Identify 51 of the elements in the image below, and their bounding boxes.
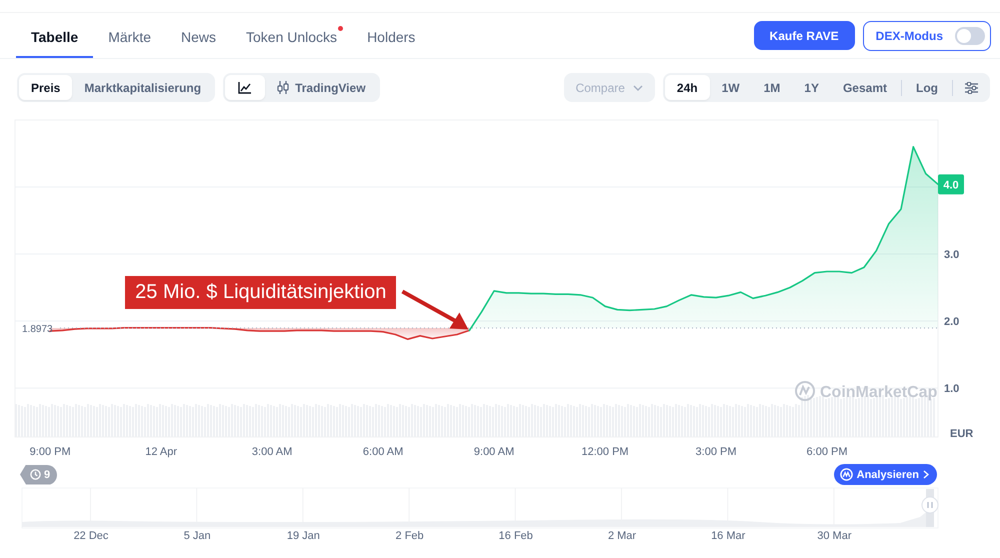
x-axis-label: 9:00 PM <box>30 446 71 458</box>
chart-type-tab[interactable]: Marktkapitalisierung <box>72 75 214 100</box>
x-axis-label: 3:00 AM <box>252 446 292 458</box>
logo-icon <box>795 381 815 401</box>
callout-arrow <box>401 290 468 330</box>
date-label: 2 Feb <box>396 530 424 542</box>
current-price-badge: 4.0 <box>938 174 964 194</box>
range-handle[interactable] <box>922 489 938 527</box>
tab[interactable]: Holders <box>352 13 430 58</box>
x-axis-label: 12 Apr <box>145 446 178 458</box>
date-label: 16 Feb <box>498 530 533 542</box>
tab[interactable]: Märkte <box>93 13 166 58</box>
y-axis-label: 3.0 <box>944 249 960 262</box>
currency-label: EUR <box>950 428 974 440</box>
tab[interactable]: Token Unlocks <box>231 13 352 58</box>
settings-icon <box>965 82 978 94</box>
range-tab[interactable]: 1Y <box>792 75 831 100</box>
range-tab[interactable]: 1W <box>710 75 752 100</box>
x-axis-label: 6:00 PM <box>806 446 848 458</box>
date-label: 30 Mar <box>817 530 852 542</box>
dex-mode-toggle[interactable]: DEX-Modus <box>862 20 991 50</box>
logo-icon <box>840 468 853 481</box>
chevron-right-icon <box>923 470 929 479</box>
chevron-down-icon <box>632 84 643 90</box>
tab[interactable]: News <box>166 13 232 58</box>
date-label: 22 Dec <box>74 530 108 542</box>
y-axis-label: 2.0 <box>944 316 960 328</box>
clock-icon <box>30 469 41 480</box>
range-tab[interactable]: Gesamt <box>830 75 899 100</box>
candlestick-icon <box>277 81 290 94</box>
chart-type-tab[interactable]: Preis <box>19 75 72 100</box>
log-toggle[interactable]: Log <box>904 75 950 100</box>
tab[interactable]: Tabelle <box>16 13 94 58</box>
watermark-text: CoinMarketCap <box>820 384 938 401</box>
x-axis-label: 12:00 PM <box>582 446 629 458</box>
reference-price-label: 1.8973 <box>22 324 53 335</box>
range-tab[interactable]: 24h <box>664 75 710 100</box>
date-label: 2 Mar <box>608 530 636 542</box>
callout-label: 25 Mio. $ Liquiditätsinjektion <box>125 276 396 310</box>
x-axis-label: 6:00 AM <box>362 446 404 458</box>
x-axis-label: 3:00 PM <box>696 446 737 458</box>
x-axis-label: 9:00 AM <box>474 446 514 458</box>
analyze-button[interactable]: Analysieren <box>834 464 937 485</box>
date-label: 16 Mar <box>711 530 746 542</box>
range-tab[interactable]: 1M <box>752 75 792 100</box>
view-tab[interactable] <box>225 75 266 100</box>
date-label: 19 Jan <box>286 530 320 542</box>
line-chart-icon <box>238 82 252 94</box>
date-label: 5 Jan <box>184 530 211 542</box>
buy-button[interactable]: Kaufe RAVE <box>754 21 855 50</box>
y-axis-label: 1.0 <box>944 383 960 396</box>
